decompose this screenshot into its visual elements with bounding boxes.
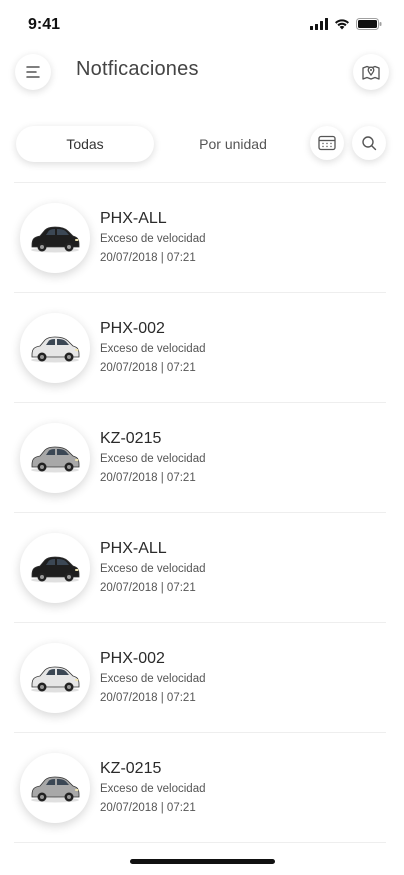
calendar-icon	[318, 135, 336, 151]
event-type: Exceso de velocidad	[100, 783, 206, 795]
tab-by-unit[interactable]: Por unidad	[170, 126, 296, 162]
car-icon	[31, 336, 80, 363]
app-header: Notficaciones	[0, 52, 404, 92]
menu-icon	[26, 66, 40, 78]
home-indicator[interactable]	[130, 859, 275, 864]
status-time: 9:41	[28, 16, 61, 33]
signal-icon	[310, 18, 328, 30]
event-type: Exceso de velocidad	[100, 673, 206, 685]
notification-item[interactable]: PHX-ALL Exceso de velocidad 20/07/2018 | 0…	[0, 183, 404, 293]
search-icon	[362, 136, 377, 151]
event-type: Exceso de velocidad	[100, 453, 206, 465]
notification-item[interactable]: KZ-0215 Exceso de velocidad 20/07/2018 | 0…	[0, 403, 404, 513]
unit-name: PHX-002	[100, 650, 165, 667]
map-button[interactable]	[353, 54, 389, 90]
unit-name: PHX-002	[100, 320, 165, 337]
wifi-icon	[335, 19, 349, 30]
event-datetime: 20/07/2018 | 07:21	[100, 692, 196, 704]
event-type: Exceso de velocidad	[100, 343, 206, 355]
car-icon	[31, 556, 80, 583]
car-icon	[31, 666, 80, 693]
search-button[interactable]	[352, 126, 386, 160]
car-icon	[31, 776, 80, 803]
unit-name: PHX-ALL	[100, 210, 167, 227]
event-datetime: 20/07/2018 | 07:21	[100, 362, 196, 374]
unit-name: PHX-ALL	[100, 540, 167, 557]
car-icon	[31, 226, 80, 253]
menu-button[interactable]	[15, 54, 51, 90]
notification-item[interactable]: KZ-0215 Exceso de velocidad 20/07/2018 | 0…	[0, 733, 404, 843]
event-datetime: 20/07/2018 | 07:21	[100, 802, 196, 814]
calendar-button[interactable]	[310, 126, 344, 160]
page-title: Notficaciones	[76, 58, 199, 80]
vehicle-avatar	[20, 423, 90, 493]
event-datetime: 20/07/2018 | 07:21	[100, 252, 196, 264]
unit-name: KZ-0215	[100, 430, 162, 447]
notification-list: PHX-ALL Exceso de velocidad 20/07/2018 | 0…	[0, 183, 404, 843]
battery-icon	[356, 18, 382, 30]
event-type: Exceso de velocidad	[100, 233, 206, 245]
event-type: Exceso de velocidad	[100, 563, 206, 575]
tab-all[interactable]: Todas	[16, 126, 154, 162]
status-icons	[310, 18, 382, 30]
status-bar: 9:41	[0, 0, 404, 50]
event-datetime: 20/07/2018 | 07:21	[100, 582, 196, 594]
filter-bar: Todas Por unidad	[0, 126, 404, 164]
notification-item[interactable]: PHX-002 Exceso de velocidad 20/07/2018 | 0…	[0, 293, 404, 403]
notification-item[interactable]: PHX-002 Exceso de velocidad 20/07/2018 | 0…	[0, 623, 404, 733]
vehicle-avatar	[20, 313, 90, 383]
map-pin-icon	[362, 65, 380, 80]
event-datetime: 20/07/2018 | 07:21	[100, 472, 196, 484]
vehicle-avatar	[20, 753, 90, 823]
vehicle-avatar	[20, 643, 90, 713]
car-icon	[31, 446, 80, 473]
vehicle-avatar	[20, 203, 90, 273]
unit-name: KZ-0215	[100, 760, 162, 777]
vehicle-avatar	[20, 533, 90, 603]
notification-item[interactable]: PHX-ALL Exceso de velocidad 20/07/2018 | 0…	[0, 513, 404, 623]
